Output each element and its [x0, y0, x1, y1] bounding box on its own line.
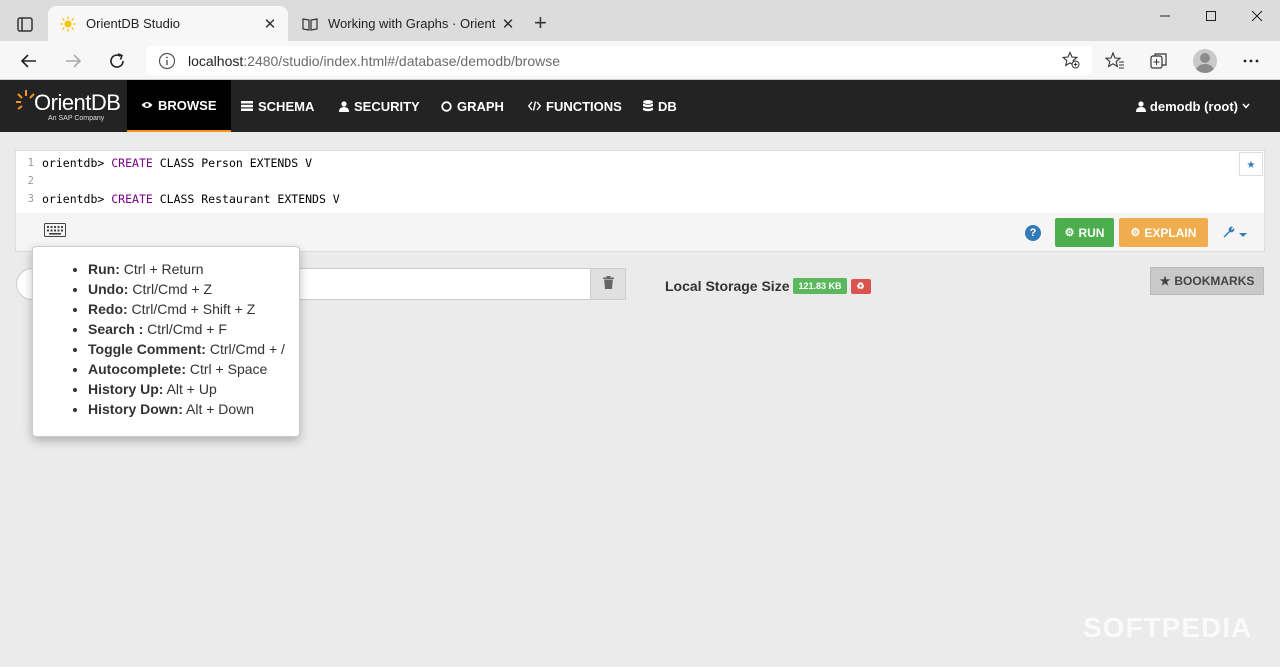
url-bar[interactable]: localhost:2480/studio/index.html#/databa… — [146, 46, 1092, 75]
shortcut-list: Run: Ctrl + Return Undo: Ctrl/Cmd + Z Re… — [88, 259, 285, 419]
code-line: 2 — [27, 175, 34, 187]
gears-icon: ⚙ — [1130, 227, 1141, 239]
query-editor[interactable]: 1 orientdb> CREATE CLASS Person EXTENDS … — [16, 151, 1264, 213]
list-item: Toggle Comment: Ctrl/Cmd + / — [88, 339, 285, 359]
refresh-icon[interactable] — [105, 49, 129, 73]
clear-history-button[interactable] — [590, 268, 626, 300]
keyboard-shortcuts-popover: Run: Ctrl + Return Undo: Ctrl/Cmd + Z Re… — [32, 246, 300, 437]
explain-button[interactable]: ⚙ EXPLAIN — [1119, 218, 1208, 247]
tab-actions-icon[interactable] — [12, 12, 38, 38]
circle-icon — [441, 100, 452, 112]
url-text: localhost:2480/studio/index.html#/databa… — [188, 52, 561, 69]
user-menu[interactable]: demodb (root) — [1135, 80, 1250, 132]
star-icon: ★ — [1246, 156, 1256, 172]
forward-arrow-icon[interactable] — [61, 49, 85, 73]
list-item: History Down: Alt + Down — [88, 399, 285, 419]
tab-orientdb-studio[interactable]: OrientDB Studio ✕ — [48, 6, 288, 41]
settings-dropdown[interactable] — [1222, 225, 1247, 241]
run-button[interactable]: ⚙ RUN — [1055, 218, 1114, 247]
code-line: 3 orientdb> CREATE CLASS Restaurant EXTE… — [27, 192, 340, 206]
bookmarks-button[interactable]: ★ BOOKMARKS — [1150, 267, 1264, 295]
list-item: Search : Ctrl/Cmd + F — [88, 319, 285, 339]
database-icon — [643, 100, 653, 112]
profile-avatar[interactable] — [1193, 49, 1217, 73]
star-icon: ★ — [1159, 274, 1171, 288]
gear-icon: ⚙ — [1064, 227, 1075, 239]
list-item: Autocomplete: Ctrl + Space — [88, 359, 285, 379]
table-icon — [241, 101, 253, 111]
tab-title: Working with Graphs · OrientDB — [328, 16, 496, 31]
logo-subtitle: An SAP Company — [48, 115, 105, 122]
list-item: History Up: Alt + Up — [88, 379, 285, 399]
list-item: Undo: Ctrl/Cmd + Z — [88, 279, 285, 299]
clear-storage-button[interactable]: ♻ — [850, 278, 871, 294]
caret-down-icon — [1238, 226, 1247, 241]
logo-name: OrientDB — [34, 90, 121, 115]
close-window-icon[interactable] — [1234, 0, 1280, 32]
nav-security[interactable]: SECURITY — [325, 80, 434, 132]
collections-icon[interactable] — [1148, 50, 1170, 72]
code-line: 1 orientdb> CREATE CLASS Person EXTENDS … — [27, 156, 313, 170]
orientdb-navbar: OrientDB An SAP Company BROWSE SCHEMA SE… — [0, 80, 1280, 132]
bookmark-star-button[interactable]: ★ — [1239, 152, 1263, 176]
nav-graph[interactable]: GRAPH — [427, 80, 518, 132]
storage-size-badge: 121.83 KB — [793, 278, 847, 294]
tab-working-with-graphs[interactable]: Working with Graphs · OrientDB ✕ — [290, 6, 526, 41]
browser-tab-bar: OrientDB Studio ✕ Working with Graphs · … — [0, 0, 1280, 41]
minimize-icon[interactable] — [1142, 0, 1188, 32]
back-arrow-icon[interactable] — [17, 49, 41, 73]
code-icon — [528, 101, 541, 111]
help-icon[interactable]: ? — [1025, 225, 1041, 241]
eye-icon — [141, 100, 153, 110]
list-item: Run: Ctrl + Return — [88, 259, 285, 279]
query-editor-panel: 1 orientdb> CREATE CLASS Person EXTENDS … — [15, 150, 1265, 252]
nav-browse[interactable]: BROWSE — [127, 80, 231, 132]
chevron-down-icon — [1242, 103, 1250, 109]
orientdb-logo[interactable]: OrientDB An SAP Company — [14, 86, 121, 126]
favorites-icon[interactable] — [1104, 50, 1126, 72]
user-icon — [1135, 100, 1146, 112]
book-icon — [302, 16, 318, 32]
close-tab-icon[interactable]: ✕ — [258, 15, 282, 33]
wrench-icon — [1222, 226, 1239, 241]
nav-functions[interactable]: FUNCTIONS — [514, 80, 636, 132]
local-storage-size: Local Storage Size 121.83 KB ♻ — [665, 278, 871, 294]
more-menu-icon[interactable] — [1240, 50, 1262, 72]
nav-db[interactable]: DB — [629, 80, 691, 132]
orientdb-favicon-icon — [60, 16, 76, 32]
watermark: SOFTPEDIA — [1083, 612, 1253, 643]
info-icon[interactable] — [158, 52, 176, 70]
list-item: Redo: Ctrl/Cmd + Shift + Z — [88, 299, 285, 319]
recycle-icon: ♻ — [856, 280, 865, 291]
user-icon — [339, 100, 349, 112]
browser-address-bar: localhost:2480/studio/index.html#/databa… — [0, 41, 1280, 80]
keyboard-icon[interactable] — [44, 223, 66, 237]
maximize-icon[interactable] — [1188, 0, 1234, 32]
close-tab-icon[interactable]: ✕ — [496, 15, 520, 33]
storage-label: Local Storage Size — [665, 278, 790, 294]
trash-icon — [602, 276, 614, 292]
tab-title: OrientDB Studio — [86, 16, 180, 31]
add-favorite-icon[interactable] — [1061, 51, 1080, 69]
nav-schema[interactable]: SCHEMA — [227, 80, 328, 132]
new-tab-icon[interactable]: + — [534, 12, 547, 34]
